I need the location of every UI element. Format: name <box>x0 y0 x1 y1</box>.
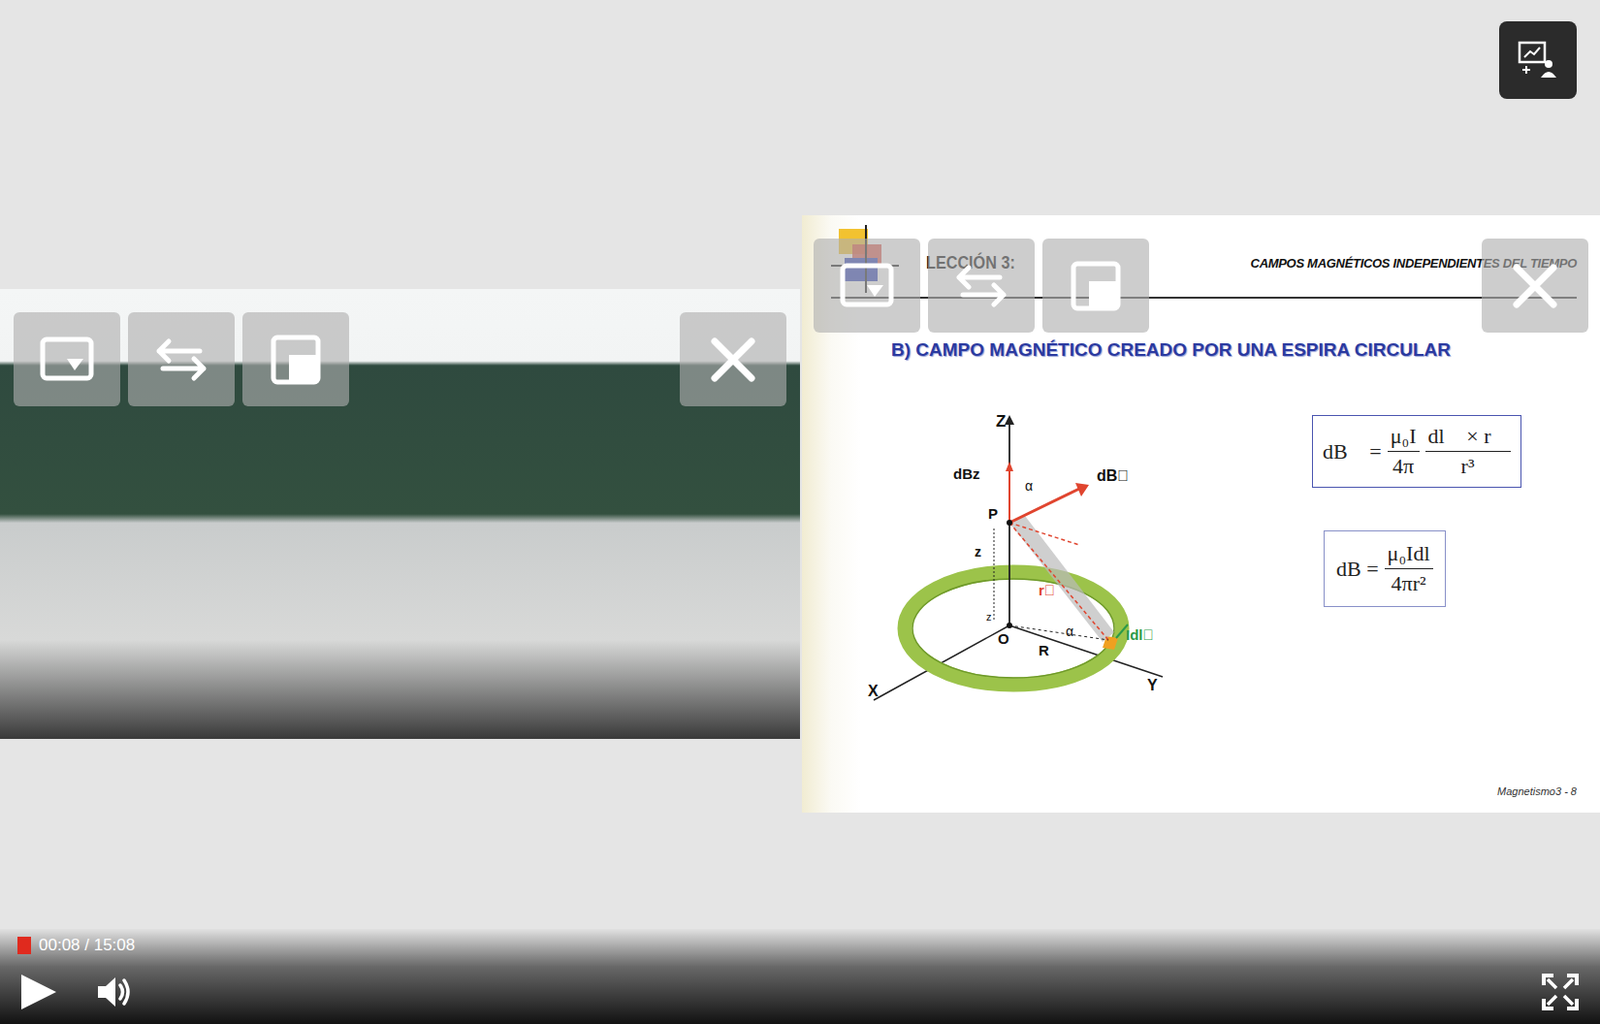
diagram-label: Y <box>1147 676 1158 694</box>
slide-body: ZdBz α dB⃗ Pz z r⃗ O Rα Idl⃗ X Y dB⃗ = μ₀I4π dl⃗ ×… <box>831 380 1577 710</box>
pip-icon <box>836 256 897 317</box>
formulas: dB⃗ = μ₀I4π dl⃗ × r⃗r³ dB = μ₀Idl4πr² <box>1312 415 1522 608</box>
slide-title: B) CAMPO MAGNÉTICO CREADO POR UNA ESPIRA… <box>891 339 1577 361</box>
slide-video[interactable]: LECCIÓN 3: CAMPOS MAGNÉTICOS INDEPENDIEN… <box>801 215 1600 813</box>
diagram-label: O <box>997 630 1010 647</box>
play-button[interactable] <box>17 971 59 1013</box>
fullscreen-icon <box>1539 971 1581 1013</box>
layout-switch-button[interactable] <box>1499 21 1577 99</box>
diagram-label: α <box>1024 478 1033 494</box>
swap-button[interactable] <box>128 312 235 407</box>
diagram-label: P <box>988 505 998 522</box>
swap-button[interactable] <box>928 238 1035 333</box>
db-arrow-icon <box>1075 482 1089 497</box>
vector-formula: dB⃗ = μ₀I4π dl⃗ × r⃗r³ <box>1312 415 1522 488</box>
stage: LECCIÓN 3: CAMPOS MAGNÉTICOS INDEPENDIEN… <box>0 0 1600 813</box>
loop-diagram: ZdBz α dB⃗ Pz z r⃗ O Rα Idl⃗ X Y <box>860 409 1190 710</box>
slide-footer: Magnetismo3 - 8 <box>1497 785 1577 798</box>
volume-icon <box>95 971 136 1013</box>
diagram-label: z <box>974 544 982 560</box>
progress-fill <box>17 936 32 955</box>
expand-button[interactable] <box>1042 238 1150 333</box>
pip-button[interactable] <box>13 312 121 407</box>
diagram-label: r⃗ <box>1038 581 1056 599</box>
slide: LECCIÓN 3: CAMPOS MAGNÉTICOS INDEPENDIEN… <box>801 215 1600 813</box>
presenter-icon <box>1516 38 1560 82</box>
diagram-label: dB⃗ <box>1096 467 1129 484</box>
loop-ring <box>904 572 1122 685</box>
diagram-label: R <box>1038 641 1050 659</box>
swap-icon <box>151 329 212 390</box>
close-button[interactable] <box>679 312 787 407</box>
time-display: 00:08 / 15:08 <box>38 935 135 956</box>
progress-bar[interactable] <box>17 936 32 955</box>
camera-video[interactable] <box>0 288 800 739</box>
volume-button[interactable] <box>95 971 136 1013</box>
diagram-label: X <box>867 682 879 700</box>
expand-button[interactable] <box>242 312 350 407</box>
diagram-label: Idl⃗ <box>1125 626 1154 643</box>
close-icon <box>703 329 764 390</box>
close-icon <box>1504 256 1566 317</box>
pane-toolbar <box>813 238 1589 333</box>
diagram-label: z <box>986 610 992 623</box>
play-icon <box>17 971 59 1013</box>
pip-button[interactable] <box>813 238 921 333</box>
pip-icon <box>36 329 97 390</box>
diagram-label: dBz <box>953 465 981 482</box>
video-player: LECCIÓN 3: CAMPOS MAGNÉTICOS INDEPENDIEN… <box>0 0 1600 1024</box>
diagram-label: α <box>1065 623 1074 640</box>
window-icon <box>265 329 326 390</box>
close-button[interactable] <box>1481 238 1589 333</box>
plane <box>1009 515 1115 642</box>
fullscreen-button[interactable] <box>1539 971 1581 1013</box>
diagram-label: Z <box>995 412 1006 431</box>
swap-icon <box>951 256 1012 317</box>
pane-toolbar <box>13 312 787 407</box>
scalar-formula: dB = μ₀Idl4πr² <box>1323 530 1446 608</box>
window-icon <box>1065 256 1126 317</box>
control-bar: 00:08 / 15:08 <box>0 928 1600 1024</box>
